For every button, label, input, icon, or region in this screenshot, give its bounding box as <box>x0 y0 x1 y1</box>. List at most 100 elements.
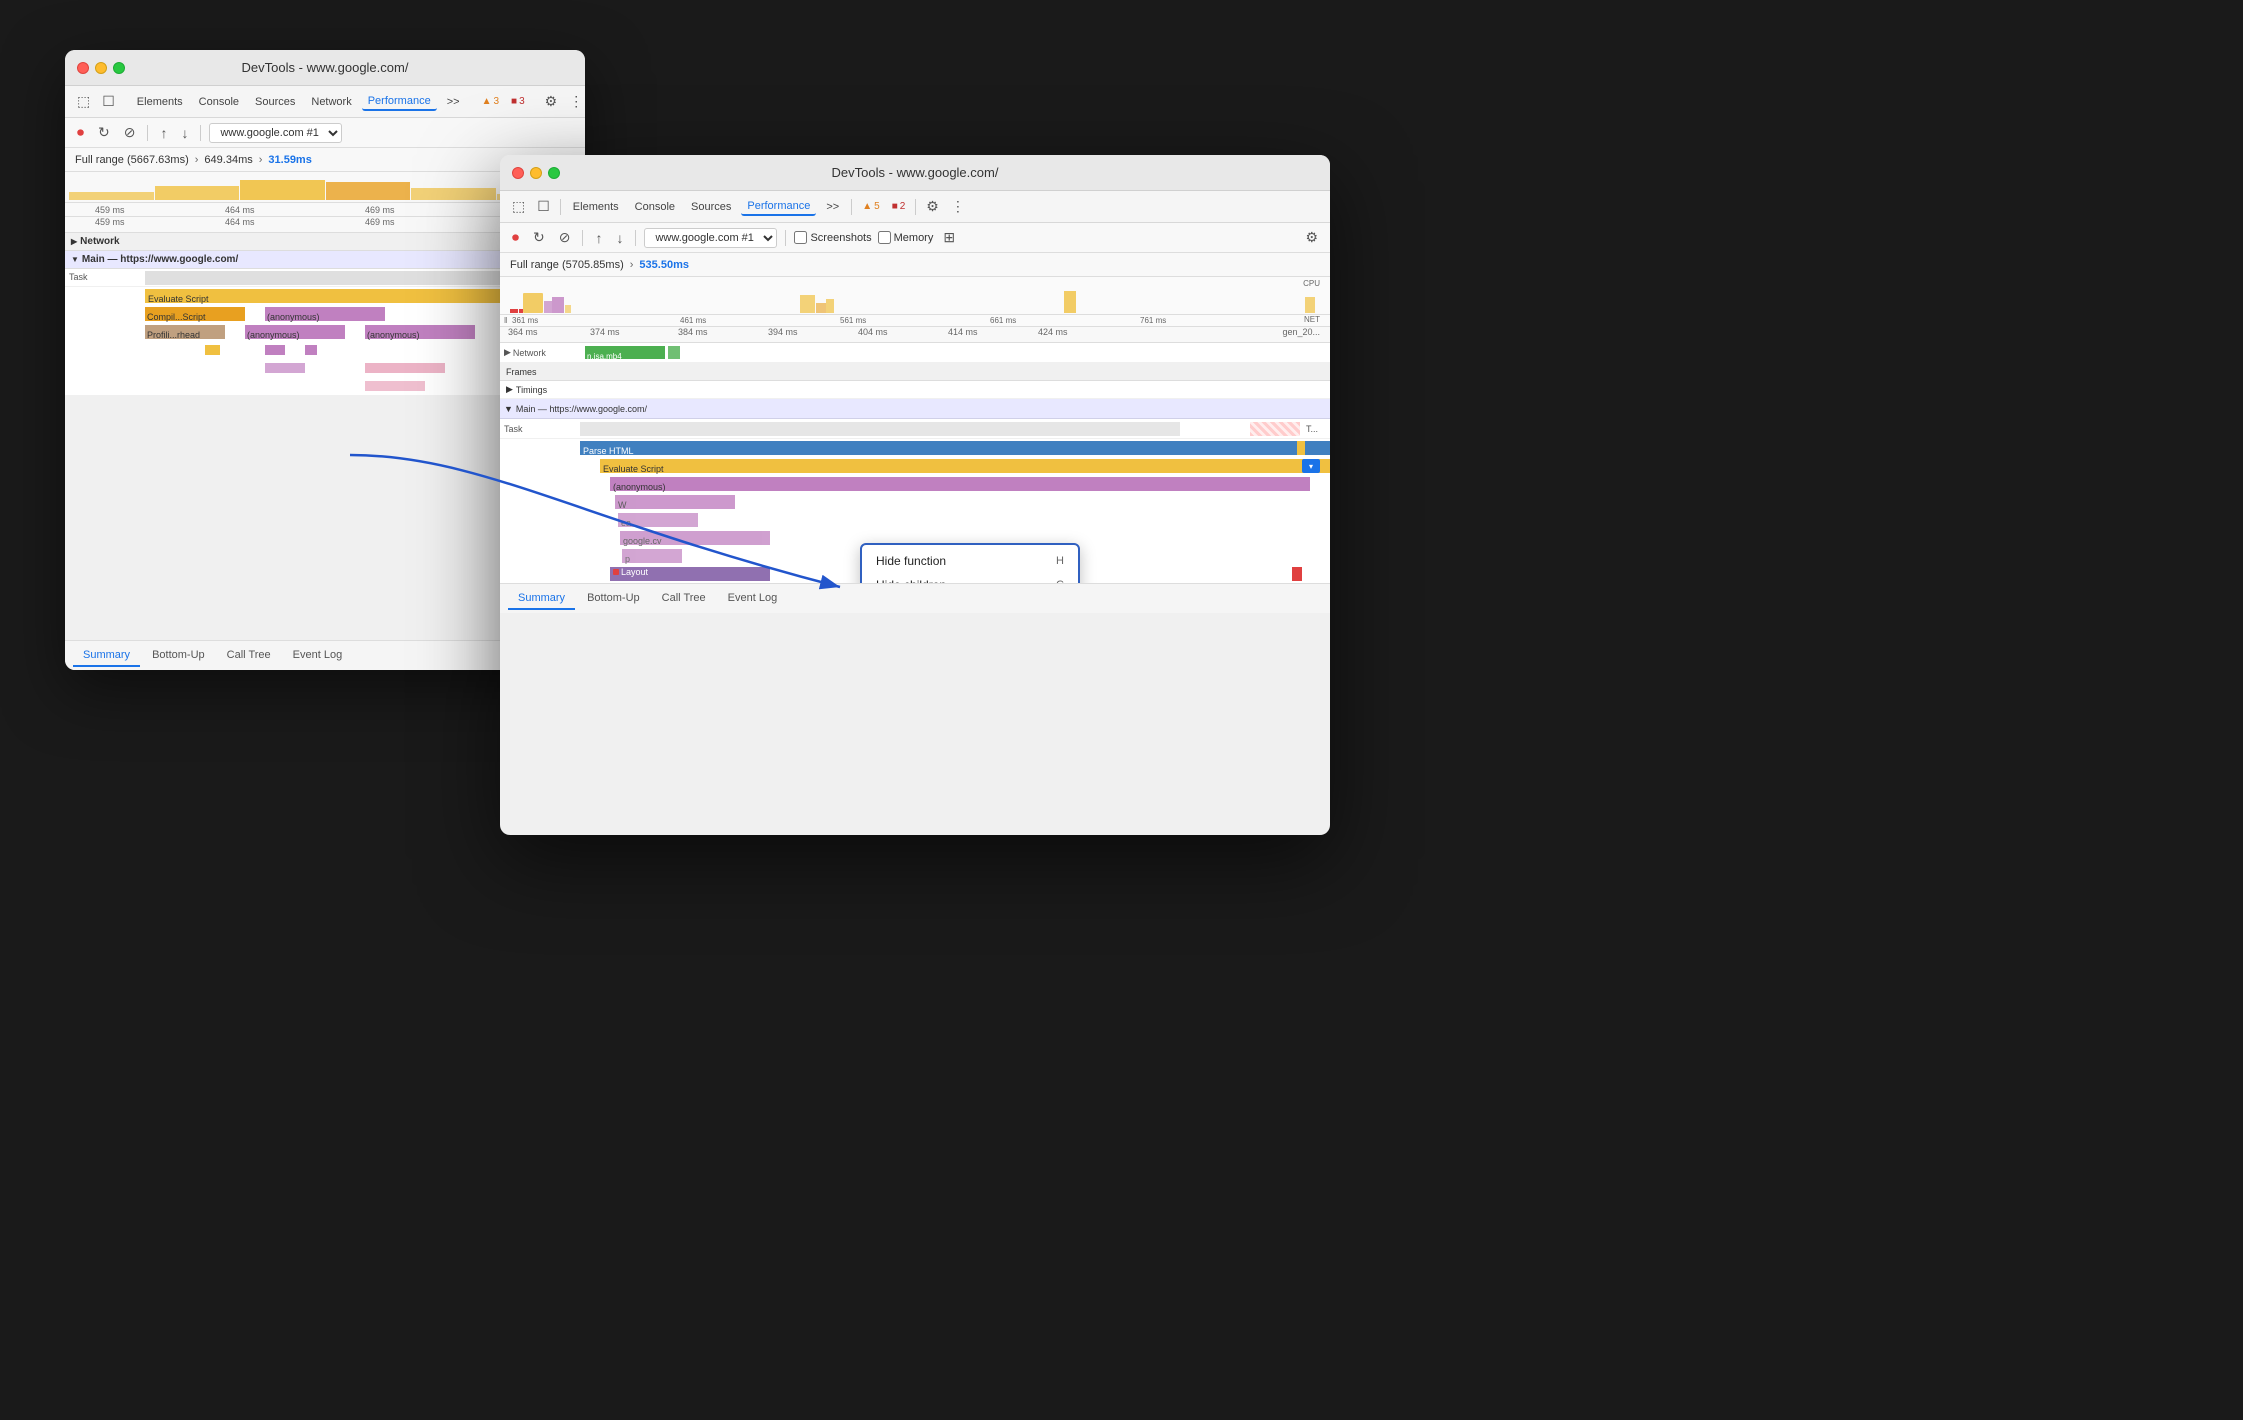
device-icon-back[interactable]: ☐ <box>98 91 119 112</box>
tab-eventlog-back[interactable]: Event Log <box>283 645 353 667</box>
tab-elements-front[interactable]: Elements <box>567 199 625 215</box>
sep5-back <box>200 125 201 141</box>
network-label-front: ▶ Network <box>504 347 546 358</box>
more-icon-back[interactable]: ⋮ <box>565 91 585 112</box>
settings-icon-back[interactable]: ⚙ <box>541 91 562 112</box>
download-btn-back[interactable]: ↓ <box>177 123 192 143</box>
url-selector-back[interactable]: www.google.com #1 <box>209 123 342 143</box>
more-icon-front[interactable]: ⋮ <box>947 196 969 217</box>
layout-bar-front: Layout <box>610 567 770 581</box>
ruler-t2: 461 ms <box>680 316 706 325</box>
minimize-button-back[interactable] <box>95 62 107 74</box>
close-button-front[interactable] <box>512 167 524 179</box>
warning-badge-front: ▲ 5 <box>858 200 883 213</box>
bottom-tabs-front: Summary Bottom-Up Call Tree Event Log <box>500 583 1330 613</box>
device-icon-front[interactable]: ☐ <box>533 196 554 217</box>
maximize-button-front[interactable] <box>548 167 560 179</box>
ruler-mark-2-back: 464 ms <box>225 205 255 215</box>
reload-btn-front[interactable]: ↻ <box>529 227 549 248</box>
traffic-lights-back <box>77 62 125 74</box>
task-label-back: Task <box>69 272 88 282</box>
tab-more-back[interactable]: >> <box>441 94 466 110</box>
context-menu-front: Hide function H Hide children C Hide rep… <box>860 543 1080 583</box>
url-selector-front[interactable]: www.google.com #1 <box>644 228 777 248</box>
throttle-icon-front[interactable]: ⊞ <box>939 227 959 248</box>
clear-btn-back[interactable]: ⊘ <box>120 122 140 143</box>
chevron-range-back: › <box>195 154 199 166</box>
ea-bar-front: ea <box>618 513 698 527</box>
parse-row-front: Parse HTML <box>500 439 1330 457</box>
ruler-pip: ‖ <box>504 316 507 325</box>
sep1-front <box>560 199 561 215</box>
anon-bar-front: (anonymous) <box>610 477 1310 491</box>
maximize-button-back[interactable] <box>113 62 125 74</box>
record-btn-back[interactable]: ⏺ <box>73 122 88 143</box>
clear-btn-front[interactable]: ⊘ <box>555 227 575 248</box>
tab-network-back[interactable]: Network <box>305 94 357 110</box>
screenshots-checkbox-front[interactable] <box>794 231 807 244</box>
menu-hide-function[interactable]: Hide function H <box>862 549 1078 573</box>
rec-toolbar-front: ⏺ ↻ ⊘ ↑ ↓ www.google.com #1 Screenshots … <box>500 223 1330 253</box>
tab-eventlog-front[interactable]: Event Log <box>718 588 788 610</box>
reload-btn-back[interactable]: ↻ <box>94 122 114 143</box>
ruler-t4: 661 ms <box>990 316 1016 325</box>
ruler-row-front: 364 ms 374 ms 384 ms 394 ms 404 ms 414 m… <box>500 327 1330 343</box>
triangle-network-back: ▶ <box>71 237 77 246</box>
window-title-front: DevTools - www.google.com/ <box>832 165 999 180</box>
task-row-front: Task T... <box>500 419 1330 439</box>
tab-sources-front[interactable]: Sources <box>685 199 737 215</box>
anon-bar-2-back: (anonymous) <box>245 325 345 339</box>
inspect-icon-front[interactable]: ⬚ <box>508 196 529 217</box>
ruler-mark-3-back: 469 ms <box>365 205 395 215</box>
anon-bar-1-back: (anonymous) <box>265 307 385 321</box>
range-full-front: Full range (5705.85ms) <box>510 259 624 271</box>
memory-checkbox-front[interactable] <box>878 231 891 244</box>
w-row-front: W <box>500 493 1330 511</box>
record-btn-front[interactable]: ⏺ <box>508 227 523 248</box>
layout-icon-front <box>613 569 619 575</box>
range-selected-front: 535.50ms <box>639 259 689 271</box>
download-btn-front[interactable]: ↓ <box>612 228 627 248</box>
ruler-t1: 361 ms <box>512 316 538 325</box>
settings-icon-front[interactable]: ⚙ <box>922 196 943 217</box>
network-bar-front: n,jsa,mb4 <box>585 346 665 359</box>
dropdown-btn-front[interactable]: ▾ <box>1302 459 1320 473</box>
close-button-back[interactable] <box>77 62 89 74</box>
profil-bar-back: Profili...rhead <box>145 325 225 339</box>
tabs-toolbar-back: ⬚ ☐ Elements Console Sources Network Per… <box>65 86 585 118</box>
tab-elements-back[interactable]: Elements <box>131 94 189 110</box>
upload-btn-back[interactable]: ↑ <box>156 123 171 143</box>
menu-hide-children[interactable]: Hide children C <box>862 573 1078 583</box>
tab-calltree-back[interactable]: Call Tree <box>217 645 281 667</box>
tab-sources-back[interactable]: Sources <box>249 94 301 110</box>
tab-bottomup-back[interactable]: Bottom-Up <box>142 645 215 667</box>
flame-chart-front: ▶ Network n,jsa,mb4 Frames ▶ Timings ▼ M… <box>500 343 1330 583</box>
settings2-icon-front[interactable]: ⚙ <box>1301 227 1322 248</box>
task-bar-long-front <box>580 422 1180 436</box>
range-highlight-back: 31.59ms <box>268 154 311 166</box>
ea-row-front: ea <box>500 511 1330 529</box>
sep4-back <box>147 125 148 141</box>
tab-summary-front[interactable]: Summary <box>508 588 575 610</box>
tab-summary-back[interactable]: Summary <box>73 645 140 667</box>
error-badge-back: ■ 3 <box>507 95 529 108</box>
screenshots-label-front: Screenshots <box>794 231 871 244</box>
range-info-front: Full range (5705.85ms) › 535.50ms <box>500 253 1330 277</box>
tab-calltree-front[interactable]: Call Tree <box>652 588 716 610</box>
tab-performance-back[interactable]: Performance <box>362 93 437 111</box>
rec-toolbar-back: ⏺ ↻ ⊘ ↑ ↓ www.google.com #1 <box>65 118 585 148</box>
inspect-icon-back[interactable]: ⬚ <box>73 91 94 112</box>
tab-more-front[interactable]: >> <box>820 199 845 215</box>
tab-console-front[interactable]: Console <box>629 199 681 215</box>
tab-console-back[interactable]: Console <box>193 94 245 110</box>
anon-row-front: (anonymous) <box>500 475 1330 493</box>
ruler-t5: 761 ms <box>1140 316 1166 325</box>
tab-performance-front[interactable]: Performance <box>741 198 816 216</box>
upload-btn-front[interactable]: ↑ <box>591 228 606 248</box>
minimize-button-front[interactable] <box>530 167 542 179</box>
mini-overview-front[interactable]: CPU NET 361 ms ‖ 461 ms 561 ms 661 ms 76… <box>500 277 1330 327</box>
error-badge-front: ■ 2 <box>888 200 910 213</box>
tab-bottomup-front[interactable]: Bottom-Up <box>577 588 650 610</box>
window-title-back: DevTools - www.google.com/ <box>242 60 409 75</box>
ruler-mark-1-back: 459 ms <box>95 205 125 215</box>
